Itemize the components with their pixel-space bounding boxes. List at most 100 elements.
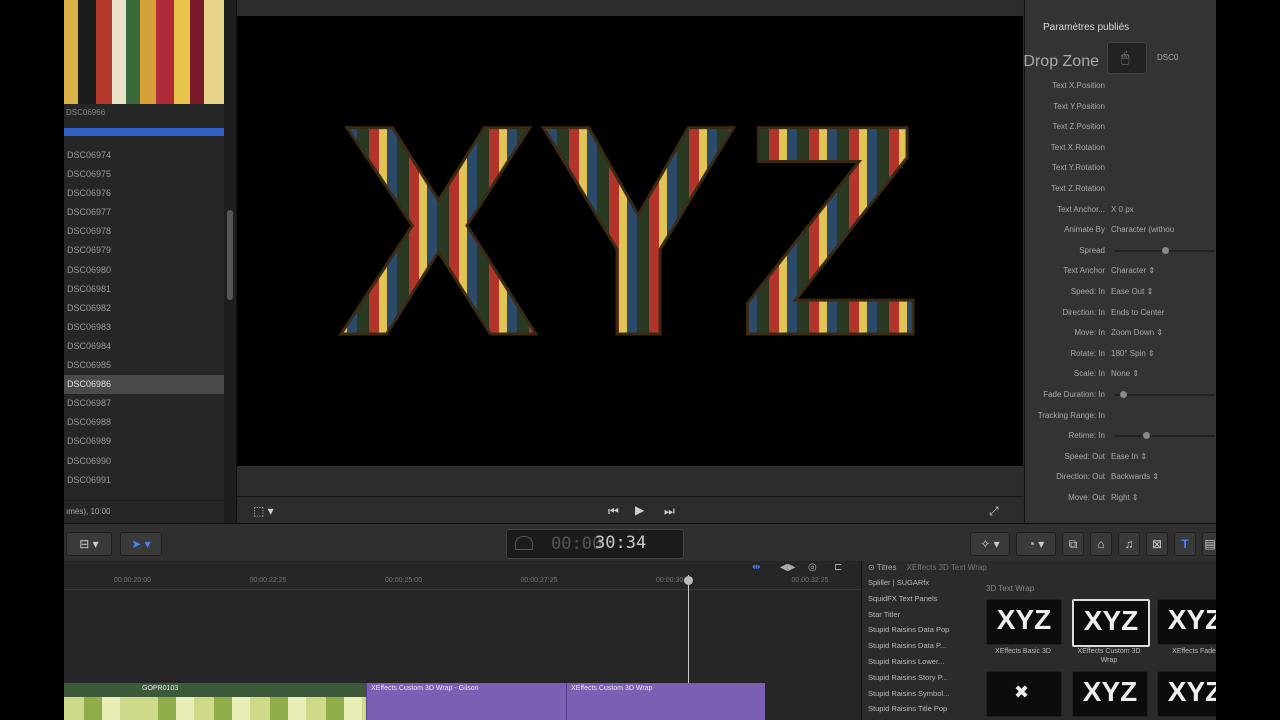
inspector-row[interactable]: Animate By Character (withou <box>1025 222 1216 238</box>
inspector-row[interactable]: Text X.Rotation <box>1025 140 1216 156</box>
title-thumbnail[interactable]: XYZ <box>1157 671 1216 717</box>
previous-edit-icon[interactable]: ⏮ <box>608 504 619 519</box>
clip-thumbnail-strip[interactable] <box>64 0 224 104</box>
inspector-row[interactable]: Move: Out Right ⇕ <box>1025 490 1216 506</box>
param-value[interactable]: Backwards ⇕ <box>1111 472 1159 481</box>
title-thumbnail[interactable]: XYZ <box>1072 599 1150 647</box>
inspector-row[interactable]: Direction: In Ends to Center <box>1025 305 1216 321</box>
title-category-item[interactable]: Stupid Raisins Data P... <box>864 638 976 654</box>
param-value[interactable]: X 0 px <box>1111 205 1134 214</box>
title-thumbnail[interactable]: ✖ <box>986 671 1062 717</box>
select-tool-button[interactable]: ➤ ▾ <box>120 532 162 556</box>
skimming-icon[interactable]: ⇹ <box>752 562 760 573</box>
inspector-row[interactable]: Fade Duration: In <box>1025 387 1216 403</box>
transitions-browser-button[interactable]: ⊠ <box>1146 532 1168 556</box>
title-category-item[interactable]: Stupid Raisins Title Pop <box>864 701 976 717</box>
inspector-row[interactable]: Tracking Range: In <box>1025 408 1216 424</box>
inspector-row[interactable]: Direction: Out Backwards ⇕ <box>1025 469 1216 485</box>
scrollbar-thumb[interactable] <box>227 210 233 300</box>
title-clip[interactable]: XEffects Custom 3D Wrap <box>566 683 765 720</box>
title-category-item[interactable]: Stupid Raisins Lower... <box>864 654 976 670</box>
inspector-row[interactable]: Text Anchor Character ⇕ <box>1025 263 1216 279</box>
file-list-item[interactable]: DSC06983 <box>64 318 224 337</box>
file-list-item[interactable]: DSC06979 <box>64 241 224 260</box>
title-thumbnail[interactable]: XYZ <box>1072 671 1148 717</box>
file-list-item[interactable]: DSC06975 <box>64 165 224 184</box>
param-value[interactable]: Ease Out ⇕ <box>1111 287 1153 296</box>
edit-mode-button[interactable]: ⊟ ▾ <box>66 532 112 556</box>
video-clip[interactable]: GOPR0103 <box>138 683 366 720</box>
file-list-item[interactable]: DSC06984 <box>64 337 224 356</box>
effects-browser-button[interactable]: ⧉ <box>1062 532 1084 556</box>
file-list-item[interactable]: DSC06986 <box>64 375 224 395</box>
inspector-row[interactable]: Move: In Zoom Down ⇕ <box>1025 325 1216 341</box>
view-options-icon[interactable]: ⬚ ▾ <box>253 504 274 518</box>
file-list-item[interactable]: DSC06987 <box>64 394 224 413</box>
inspector-row[interactable]: Text Y.Rotation <box>1025 160 1216 176</box>
inspector-row[interactable]: Spread <box>1025 243 1216 259</box>
audio-skimming-icon[interactable]: ◀▶ <box>780 562 795 573</box>
file-list-item[interactable]: DSC06980 <box>64 261 224 280</box>
param-slider[interactable] <box>1115 391 1215 398</box>
slider-knob[interactable] <box>1162 246 1169 254</box>
file-list-item[interactable]: DSC06978 <box>64 222 224 241</box>
file-list-item[interactable]: DSC06981 <box>64 280 224 299</box>
file-list-item[interactable]: DSC06985 <box>64 356 224 375</box>
file-list-item[interactable]: DSC06989 <box>64 432 224 451</box>
param-value[interactable]: 180° Spin ⇕ <box>1111 349 1155 358</box>
dashboard-timecode[interactable]: 00:00 30:34 <box>506 529 684 559</box>
inspector-row[interactable]: Speed: Out Ease In ⇕ <box>1025 449 1216 465</box>
timeline-ruler[interactable]: 00:00:20:00 00:00:22:25 00:00:25:00 00:00:2… <box>64 575 861 590</box>
file-list-item[interactable]: DSC06991 <box>64 471 224 490</box>
file-list-item[interactable]: DSC06982 <box>64 299 224 318</box>
file-list-item[interactable]: DSC06990 <box>64 452 224 471</box>
next-edit-icon[interactable]: ⏭ <box>664 504 675 519</box>
inspector-row[interactable]: Retime: In <box>1025 428 1216 444</box>
slider-knob[interactable] <box>1119 391 1127 398</box>
slider-knob[interactable] <box>1143 432 1151 440</box>
param-slider[interactable] <box>1115 432 1215 440</box>
title-category-item[interactable]: Stupid Raisins Story P... <box>864 670 976 686</box>
title-thumbnail[interactable]: XYZ <box>1157 599 1216 645</box>
title-clip[interactable]: XEffects Custom 3D Wrap - Gilson <box>366 683 567 720</box>
fullscreen-icon[interactable]: ⤢ <box>989 504 999 519</box>
param-value[interactable]: Right ⇕ <box>1111 493 1139 502</box>
inspector-row[interactable]: Text Z.Position <box>1025 119 1216 135</box>
browser-scrollbar[interactable] <box>224 0 236 523</box>
photos-browser-button[interactable]: ⌂ <box>1090 532 1112 556</box>
file-list-item[interactable]: DSC06977 <box>64 203 224 222</box>
param-value[interactable]: Character ⇕ <box>1111 266 1155 275</box>
param-value[interactable]: None ⇕ <box>1111 369 1139 378</box>
inspector-row[interactable]: Speed: In Ease Out ⇕ <box>1025 284 1216 300</box>
dropzone-well[interactable]: 🖱 <box>1107 42 1147 74</box>
param-value[interactable]: Character (withou <box>1111 225 1174 234</box>
generators-browser-button[interactable]: ▤ <box>1202 532 1216 556</box>
param-value[interactable]: Zoom Down ⇕ <box>1111 328 1163 337</box>
playhead-handle[interactable] <box>684 576 693 585</box>
enhance-menu-button[interactable]: ✧ ▾ <box>970 532 1010 556</box>
title-category-item[interactable]: Star Titler <box>864 607 976 623</box>
title-category-item[interactable]: Spliller | SUGARfx <box>864 575 976 591</box>
inspector-row[interactable]: Text Y.Position <box>1025 99 1216 115</box>
title-thumbnail[interactable]: XYZ <box>986 599 1062 645</box>
solo-icon[interactable]: ◎ <box>808 562 817 573</box>
timeline[interactable]: ⇹ ◀▶ ◎ ⊏ 00:00:20:00 00:00:22:25 00:00:25:… <box>64 561 861 720</box>
title-category-item[interactable]: SquidFX Text Panels <box>864 591 976 607</box>
title-category-item[interactable]: Stupid Raisins Data Pop <box>864 622 976 638</box>
inspector-row[interactable]: Text Z.Rotation <box>1025 181 1216 197</box>
file-list-item[interactable]: DSC06976 <box>64 184 224 203</box>
title-category-item[interactable]: Stupid Raisins Symbol... <box>864 686 976 702</box>
play-icon[interactable]: ▶ <box>635 503 644 517</box>
titles-browser-button[interactable]: T <box>1174 532 1196 556</box>
inspector-row[interactable]: Text X.Position <box>1025 78 1216 94</box>
snapping-icon[interactable]: ⊏ <box>834 562 842 573</box>
inspector-row[interactable]: Rotate: In 180° Spin ⇕ <box>1025 346 1216 362</box>
file-list-item[interactable]: DSC06974 <box>64 146 224 165</box>
retime-menu-button[interactable]: ◔ ▾ <box>1016 532 1056 556</box>
param-slider[interactable] <box>1115 246 1215 254</box>
music-browser-button[interactable]: ♫ <box>1118 532 1140 556</box>
file-list-item[interactable]: DSC06988 <box>64 413 224 432</box>
video-clip[interactable] <box>64 683 138 720</box>
param-value[interactable]: Ease In ⇕ <box>1111 452 1147 461</box>
viewer-canvas[interactable]: XYZ <box>237 16 1023 466</box>
